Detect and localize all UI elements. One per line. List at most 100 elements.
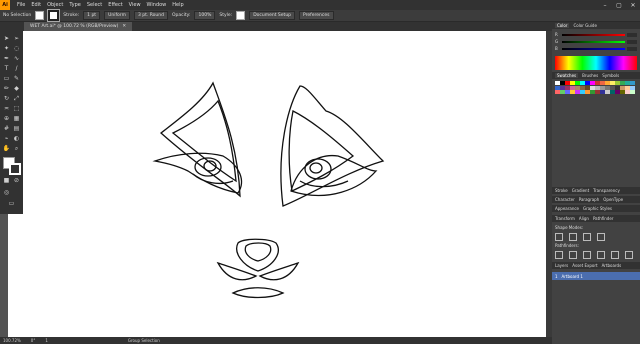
tab-layers[interactable]: Layers	[555, 263, 568, 268]
tab-appearance[interactable]: Appearance	[555, 206, 579, 211]
close-tab-icon[interactable]: ✕	[122, 24, 126, 29]
opacity-input[interactable]: 100%	[194, 11, 216, 20]
tab-gradient[interactable]: Gradient	[572, 188, 589, 193]
tab-color-guide[interactable]: Color Guide	[573, 23, 596, 28]
outline-icon[interactable]	[611, 251, 619, 259]
rotation-value[interactable]: 0°	[31, 338, 36, 343]
red-slider[interactable]: R	[555, 31, 637, 38]
scale-tool-icon[interactable]: ⤢	[12, 94, 21, 103]
menu-object[interactable]: Object	[47, 2, 63, 8]
zoom-level[interactable]: 100.72%	[3, 338, 21, 343]
tab-stroke[interactable]: Stroke	[555, 188, 568, 193]
paintbrush-icon[interactable]: ✎	[12, 74, 21, 83]
variable-width-dropdown[interactable]: Uniform	[104, 11, 130, 20]
stroke-color-swatch[interactable]	[9, 163, 21, 175]
tab-swatches[interactable]: Swatches	[555, 73, 579, 78]
maximize-button[interactable]: ▢	[612, 0, 626, 10]
document-setup-button[interactable]: Document Setup	[249, 11, 296, 20]
tab-graphic-styles[interactable]: Graphic Styles	[583, 206, 612, 211]
zoom-tool-icon[interactable]: ⌕	[12, 144, 21, 153]
stroke-swatch[interactable]	[47, 9, 61, 22]
menu-window[interactable]: Window	[147, 2, 167, 8]
menu-file[interactable]: File	[17, 2, 25, 8]
tab-align[interactable]: Align	[579, 216, 589, 221]
eraser-icon[interactable]: ◆	[12, 84, 21, 93]
exclude-icon[interactable]	[597, 233, 605, 241]
magic-wand-icon[interactable]: ✦	[2, 44, 11, 53]
tab-artboards[interactable]: Artboards	[602, 263, 622, 268]
intersect-icon[interactable]	[583, 233, 591, 241]
tab-transform[interactable]: Transform	[555, 216, 575, 221]
status-bar: 100.72% 0° 1 Group Selection	[0, 337, 552, 344]
draw-mode-icon[interactable]: ◎	[2, 188, 11, 197]
uniform-label: Uniform	[108, 13, 126, 18]
width-tool-icon[interactable]: ≍	[2, 104, 11, 113]
shape-builder-icon[interactable]: ⊕	[2, 114, 11, 123]
tab-paragraph[interactable]: Paragraph	[579, 197, 600, 202]
tab-character[interactable]: Character	[555, 197, 575, 202]
brush-dropdown[interactable]: 3 pt. Round	[133, 11, 168, 20]
hand-tool-icon[interactable]: ✋	[2, 144, 11, 153]
line-tool-icon[interactable]: /	[12, 64, 21, 73]
rotate-tool-icon[interactable]: ↻	[2, 94, 11, 103]
trim-icon[interactable]	[569, 251, 577, 259]
type-tool-icon[interactable]: T	[2, 64, 11, 73]
selection-tool-icon[interactable]: ➤	[2, 34, 11, 43]
control-bar: No Selection Stroke: 1 pt Uniform 3 pt. …	[0, 9, 640, 22]
style-swatch[interactable]	[236, 11, 246, 20]
artboard-number[interactable]: 1	[45, 338, 48, 343]
lasso-icon[interactable]: ◌	[12, 44, 21, 53]
color-spectrum[interactable]	[555, 56, 637, 70]
color-panel-tabs: Color Color Guide	[552, 22, 640, 29]
tab-symbols[interactable]: Symbols	[602, 73, 619, 78]
tab-opentype[interactable]: OpenType	[603, 197, 623, 202]
blend-tool-icon[interactable]: ◐	[12, 134, 21, 143]
menu-effect[interactable]: Effect	[108, 2, 122, 8]
swatch-grid[interactable]	[552, 79, 640, 96]
stroke-weight-dropdown[interactable]: 1 pt	[83, 11, 101, 20]
close-window-button[interactable]: ✕	[626, 0, 640, 10]
none-color-icon[interactable]: ⊘	[12, 176, 21, 185]
tab-asset-export[interactable]: Asset Export	[572, 263, 597, 268]
mesh-tool-icon[interactable]: #	[2, 124, 11, 133]
blue-slider[interactable]: B	[555, 45, 637, 52]
unite-icon[interactable]	[555, 233, 563, 241]
artboard-row[interactable]: 1 Artboard 1	[552, 272, 640, 280]
wolf-face-artwork	[152, 81, 385, 299]
menu-edit[interactable]: Edit	[31, 2, 41, 8]
screen-mode-icon[interactable]: ▭	[7, 199, 16, 208]
preferences-button[interactable]: Preferences	[299, 11, 334, 20]
menu-view[interactable]: View	[129, 2, 141, 8]
color-mode-icon[interactable]: ■	[2, 176, 11, 185]
brush-label: 3 pt. Round	[137, 13, 164, 18]
document-tab[interactable]: WET Art.ai* @ 100.72 % (RGB/Preview) ✕	[24, 22, 133, 31]
perspective-grid-icon[interactable]: ▦	[12, 114, 21, 123]
tab-color[interactable]: Color	[555, 23, 570, 28]
tab-pathfinder[interactable]: Pathfinder	[593, 216, 614, 221]
curvature-tool-icon[interactable]: ∿	[12, 54, 21, 63]
pen-tool-icon[interactable]: ✒	[2, 54, 11, 63]
eyedropper-icon[interactable]: ⌁	[2, 134, 11, 143]
rectangle-tool-icon[interactable]: ▭	[2, 74, 11, 83]
menu-type[interactable]: Type	[69, 2, 80, 8]
tab-transparency[interactable]: Transparency	[593, 188, 620, 193]
artboard-canvas[interactable]	[8, 31, 546, 337]
pencil-icon[interactable]: ✏	[2, 84, 11, 93]
divide-icon[interactable]	[555, 251, 563, 259]
illustrator-logo: Ai	[0, 0, 10, 10]
mouth-left	[216, 261, 258, 281]
merge-icon[interactable]	[583, 251, 591, 259]
minimize-button[interactable]: –	[598, 0, 612, 10]
green-slider[interactable]: G	[555, 38, 637, 45]
menu-select[interactable]: Select	[87, 2, 102, 8]
direct-selection-tool-icon[interactable]: ➢	[12, 34, 21, 43]
minus-front-icon[interactable]	[569, 233, 577, 241]
tab-brushes[interactable]: Brushes	[582, 73, 598, 78]
right-eye-outer	[290, 154, 378, 197]
minus-back-icon[interactable]	[625, 251, 633, 259]
gradient-tool-icon[interactable]: ▤	[12, 124, 21, 133]
crop-icon[interactable]	[597, 251, 605, 259]
fill-swatch[interactable]	[35, 11, 45, 20]
menu-help[interactable]: Help	[172, 2, 183, 8]
free-transform-icon[interactable]: ⬚	[12, 104, 21, 113]
